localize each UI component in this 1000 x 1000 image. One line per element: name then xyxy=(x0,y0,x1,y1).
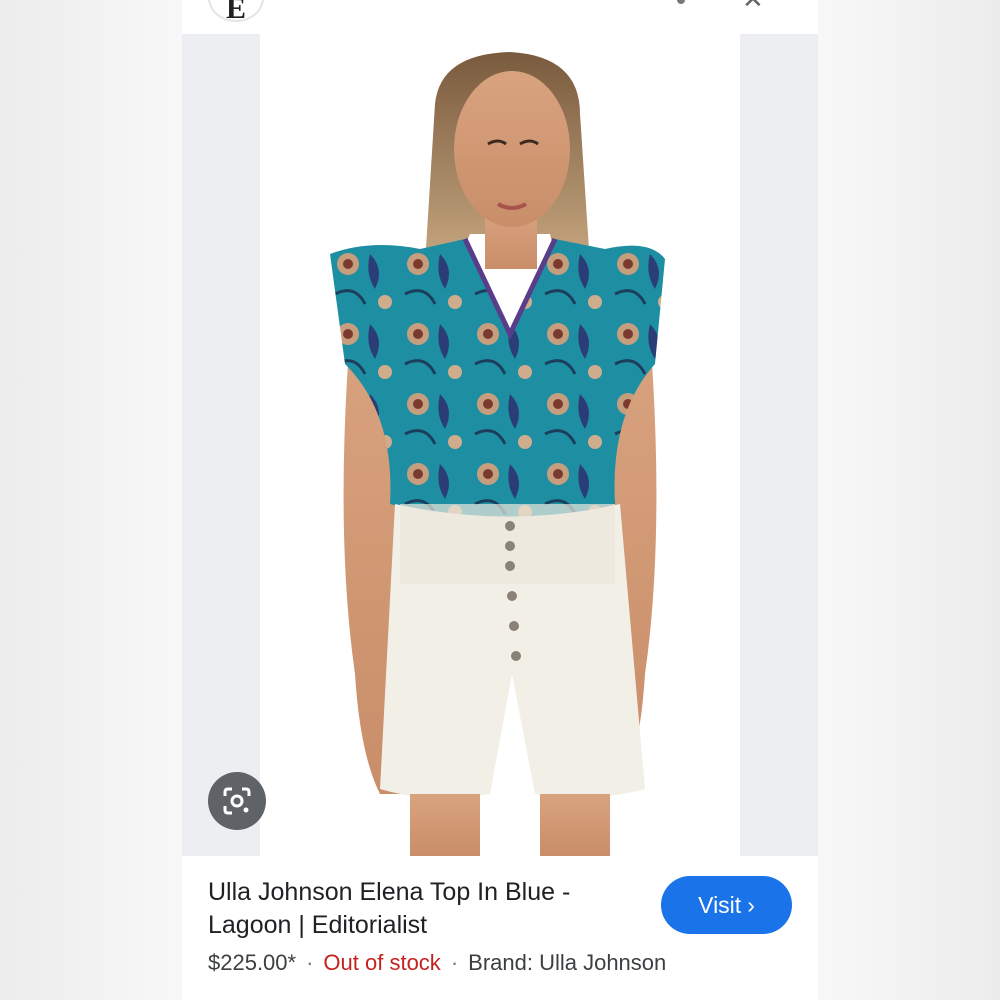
stock-status: Out of stock xyxy=(323,950,441,975)
product-image-frame xyxy=(182,34,818,856)
product-price: $225.00* xyxy=(208,950,297,975)
google-lens-icon xyxy=(223,787,251,815)
visit-label: Visit xyxy=(698,891,742,918)
search-result-card: E ✕ xyxy=(182,0,818,1000)
separator: · xyxy=(450,950,459,975)
chevron-right-icon: › xyxy=(747,891,755,918)
face xyxy=(454,71,570,227)
product-image[interactable] xyxy=(260,34,740,856)
visit-button[interactable]: Visit › xyxy=(661,876,792,934)
top-bar: E ✕ xyxy=(182,0,818,34)
google-lens-button[interactable] xyxy=(208,772,266,830)
product-brand: Brand: Ulla Johnson xyxy=(468,950,667,975)
product-meta: $225.00* · Out of stock · Brand: Ulla Johnso… xyxy=(208,950,666,976)
product-info: Ulla Johnson Elena Top In Blue - Lagoon … xyxy=(182,856,818,1000)
site-logo[interactable]: E xyxy=(208,0,264,25)
more-options-icon[interactable] xyxy=(677,0,685,4)
left-leg xyxy=(410,794,480,856)
separator: · xyxy=(306,950,314,975)
product-title[interactable]: Ulla Johnson Elena Top In Blue - Lagoon … xyxy=(208,876,628,942)
close-icon[interactable]: ✕ xyxy=(742,0,764,15)
right-leg xyxy=(540,794,610,856)
product-photo xyxy=(330,52,665,856)
